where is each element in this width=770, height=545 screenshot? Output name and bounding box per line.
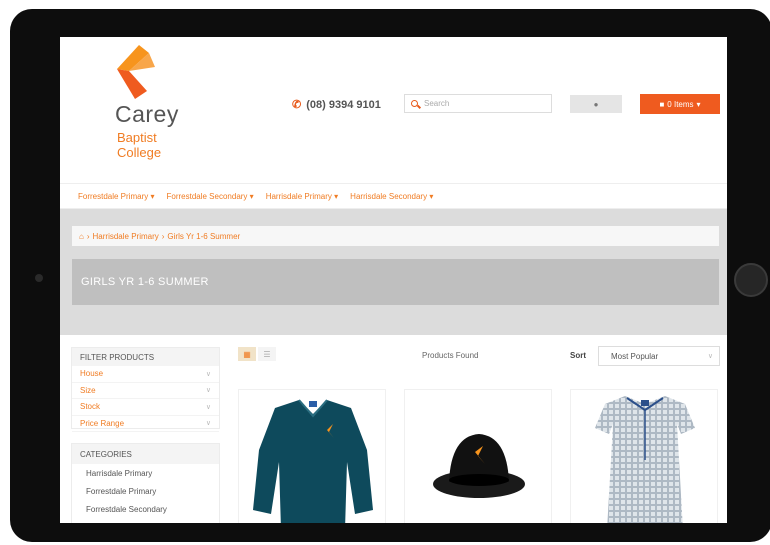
home-icon[interactable]: ⌂ (79, 232, 84, 241)
chevron-down-icon: ∨ (205, 420, 211, 428)
brand-subtitle-line-1: Baptist (117, 130, 157, 145)
user-icon: ● (593, 99, 599, 109)
sort-label: Sort (570, 351, 586, 360)
chevron-down-icon: ▾ (696, 99, 701, 109)
navy-jumper-image (253, 399, 373, 523)
cart-icon: ■ (659, 99, 665, 109)
nav-item-harrisdale-primary[interactable]: Harrisdale Primary ▾ (266, 192, 338, 201)
chevron-down-icon: ∨ (205, 403, 211, 411)
cart-button[interactable]: ■ 0 Items ▾ (640, 94, 720, 114)
filter-stock[interactable]: Stock ∨ (72, 399, 219, 416)
filter-panel: FILTER PRODUCTS House ∨ Size ∨ Stock ∨ Pric… (71, 347, 220, 432)
categories-panel: CATEGORIES Harrisdale Primary Forrestdal… (71, 443, 220, 523)
phone-number: (08) 9394 9101 (306, 98, 381, 111)
products-found: Products Found (422, 351, 479, 360)
filter-heading: FILTER PRODUCTS (72, 348, 219, 366)
chevron-down-icon: ∨ (707, 353, 713, 360)
carey-logo-icon[interactable] (115, 45, 161, 99)
tablet-camera (35, 274, 43, 282)
brand-subtitle-line-2: College (117, 145, 162, 160)
main-nav: Forrestdale Primary ▾ Forrestdale Second… (60, 183, 727, 209)
list-view-icon[interactable]: ☰ (258, 347, 276, 361)
page-title: GIRLS YR 1-6 SUMMER (72, 259, 719, 305)
tablet-home-button (734, 263, 768, 297)
nav-item-harrisdale-secondary[interactable]: Harrisdale Secondary ▾ (350, 192, 433, 201)
sort-value: Most Popular (611, 351, 659, 361)
account-button[interactable]: ● (570, 95, 622, 113)
breadcrumb-parent[interactable]: Harrisdale Primary (93, 232, 159, 241)
title-band: ⌂ › Harrisdale Primary › Girls Yr 1-6 Su… (60, 209, 727, 335)
category-forrestdale-secondary[interactable]: Forrestdale Secondary (72, 500, 219, 518)
categories-heading: CATEGORIES (72, 444, 219, 464)
phone-icon: ✆ (292, 99, 302, 111)
cart-label: 0 Items (667, 99, 694, 109)
product-card-dress[interactable] (570, 389, 718, 523)
filter-house[interactable]: House ∨ (72, 366, 219, 383)
breadcrumb-separator: › (86, 231, 90, 241)
filter-size[interactable]: Size ∨ (72, 383, 219, 399)
breadcrumb: ⌂ › Harrisdale Primary › Girls Yr 1-6 Su… (72, 226, 719, 246)
grid-view-icon[interactable]: ▦ (238, 347, 256, 361)
filter-price-range[interactable]: Price Range ∨ (72, 416, 219, 432)
brand-subtitle: Baptist College (117, 130, 161, 160)
chevron-down-icon: ∨ (205, 387, 211, 395)
nav-item-forrestdale-primary[interactable]: Forrestdale Primary ▾ (78, 192, 155, 201)
chevron-down-icon: ∨ (205, 370, 211, 378)
product-card-hat[interactable] (404, 389, 552, 523)
view-toggle: ▦ ☰ (238, 347, 276, 361)
nav-item-forrestdale-secondary[interactable]: Forrestdale Secondary ▾ (167, 192, 254, 201)
check-summer-dress-image (595, 396, 695, 523)
product-card-jumper[interactable] (238, 389, 386, 523)
category-harrisdale-primary[interactable]: Harrisdale Primary (72, 464, 219, 482)
website-screen: Carey Baptist College ✆ (08) 9394 9101 S… (60, 37, 727, 523)
breadcrumb-separator: › (161, 231, 165, 241)
phone-link[interactable]: ✆ (08) 9394 9101 (292, 98, 381, 112)
category-forrestdale-primary[interactable]: Forrestdale Primary (72, 482, 219, 500)
breadcrumb-current: Girls Yr 1-6 Summer (167, 231, 241, 241)
brand-name: Carey (115, 101, 179, 127)
search-placeholder: Search (424, 99, 450, 108)
search-icon (411, 100, 418, 107)
sort-select[interactable]: Most Popular ∨ (598, 346, 720, 366)
black-bucket-hat-image (433, 434, 525, 498)
search-input[interactable]: Search (404, 94, 552, 113)
